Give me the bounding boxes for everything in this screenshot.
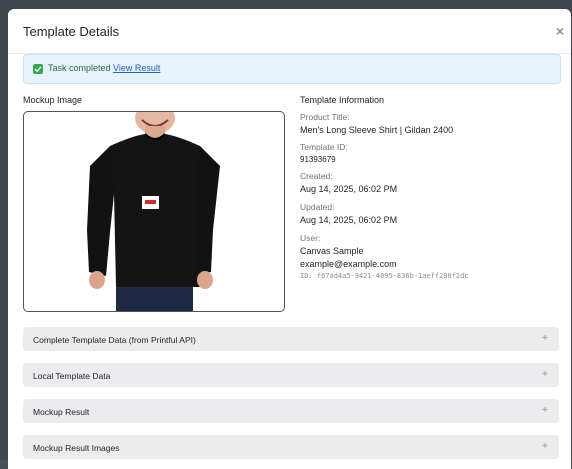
modal-header: Template Details ×	[8, 9, 571, 54]
accordion-local-template-data[interactable]: Local Template Data +	[23, 363, 559, 387]
user-email: example@example.com	[300, 259, 397, 269]
accordion-complete-template-data[interactable]: Complete Template Data (from Printful AP…	[23, 327, 559, 351]
shirt-mockup-picture	[87, 112, 220, 311]
expand-icon: +	[542, 405, 548, 416]
user-id: ID: f67ad4a5-9421-4095-836b-1aeff280f2dc	[300, 272, 469, 280]
created-value: Aug 14, 2025, 06:02 PM	[300, 184, 398, 194]
modal-title: Template Details	[23, 24, 120, 39]
template-details-modal: Template Details × Task completed View R…	[8, 9, 571, 469]
accordion-label: Mockup Result Images	[33, 443, 120, 453]
expand-icon: +	[542, 369, 548, 380]
accordion-mockup-result[interactable]: Mockup Result +	[23, 399, 559, 423]
alert-text: Task completed	[48, 63, 111, 73]
success-alert: Task completed View Result	[23, 54, 561, 84]
template-id-label: Template ID:	[300, 142, 348, 152]
user-name: Canvas Sample	[300, 246, 364, 256]
accordion-label: Mockup Result	[33, 407, 90, 417]
updated-label: Updated:	[300, 202, 335, 212]
expand-icon: +	[542, 333, 548, 344]
user-label: User:	[300, 233, 321, 243]
mockup-image-heading: Mockup Image	[23, 95, 83, 105]
view-result-link[interactable]: View Result	[113, 63, 160, 73]
expand-icon: +	[542, 441, 548, 452]
accordion-mockup-result-images[interactable]: Mockup Result Images +	[23, 435, 559, 459]
template-id-value: 91393679	[300, 155, 336, 164]
mockup-image	[23, 111, 285, 312]
alert-message: Task completed View Result	[48, 63, 160, 73]
template-information-heading: Template Information	[300, 95, 385, 105]
check-square-icon	[33, 64, 43, 74]
product-title-value: Men's Long Sleeve Shirt | Gildan 2400	[300, 125, 454, 135]
close-icon[interactable]: ×	[556, 23, 564, 39]
updated-value: Aug 14, 2025, 06:02 PM	[300, 215, 398, 225]
product-title-label: Product Title:	[300, 112, 350, 122]
accordion-label: Complete Template Data (from Printful AP…	[33, 335, 196, 345]
accordion-label: Local Template Data	[33, 371, 111, 381]
created-label: Created:	[300, 171, 333, 181]
